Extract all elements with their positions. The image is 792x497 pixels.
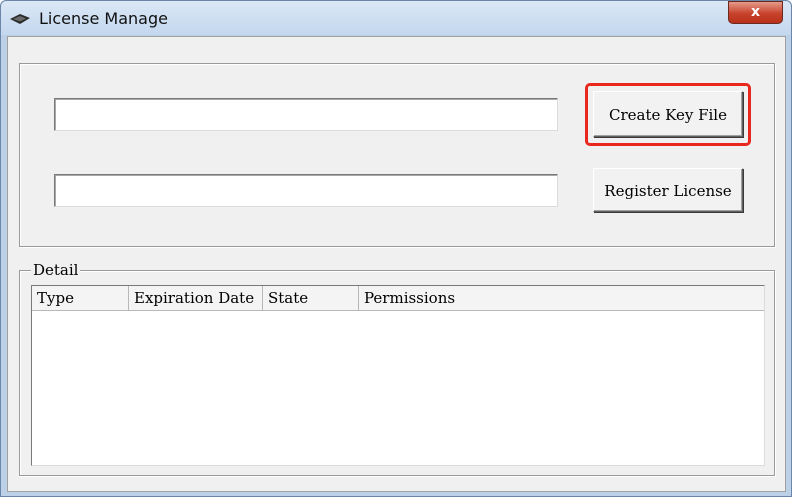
- window-title: License Manage: [39, 9, 168, 28]
- list-header: Type Expiration Date State Permissions: [32, 286, 764, 311]
- close-button[interactable]: x: [728, 1, 783, 24]
- title-bar[interactable]: License Manage x: [1, 1, 791, 35]
- detail-list[interactable]: Type Expiration Date State Permissions: [31, 285, 765, 466]
- list-body[interactable]: [32, 311, 764, 465]
- close-icon: x: [750, 4, 761, 20]
- license-card-icon: [10, 14, 30, 24]
- license-field[interactable]: [54, 174, 558, 207]
- highlight-box: [585, 83, 751, 146]
- detail-group-label: Detail: [31, 261, 81, 279]
- column-header-state[interactable]: State: [263, 286, 359, 310]
- register-license-button[interactable]: Register License: [593, 168, 743, 212]
- key-file-field[interactable]: [54, 98, 558, 131]
- column-header-type[interactable]: Type: [32, 286, 129, 310]
- column-header-permissions[interactable]: Permissions: [359, 286, 764, 310]
- column-header-expiration-date[interactable]: Expiration Date: [129, 286, 263, 310]
